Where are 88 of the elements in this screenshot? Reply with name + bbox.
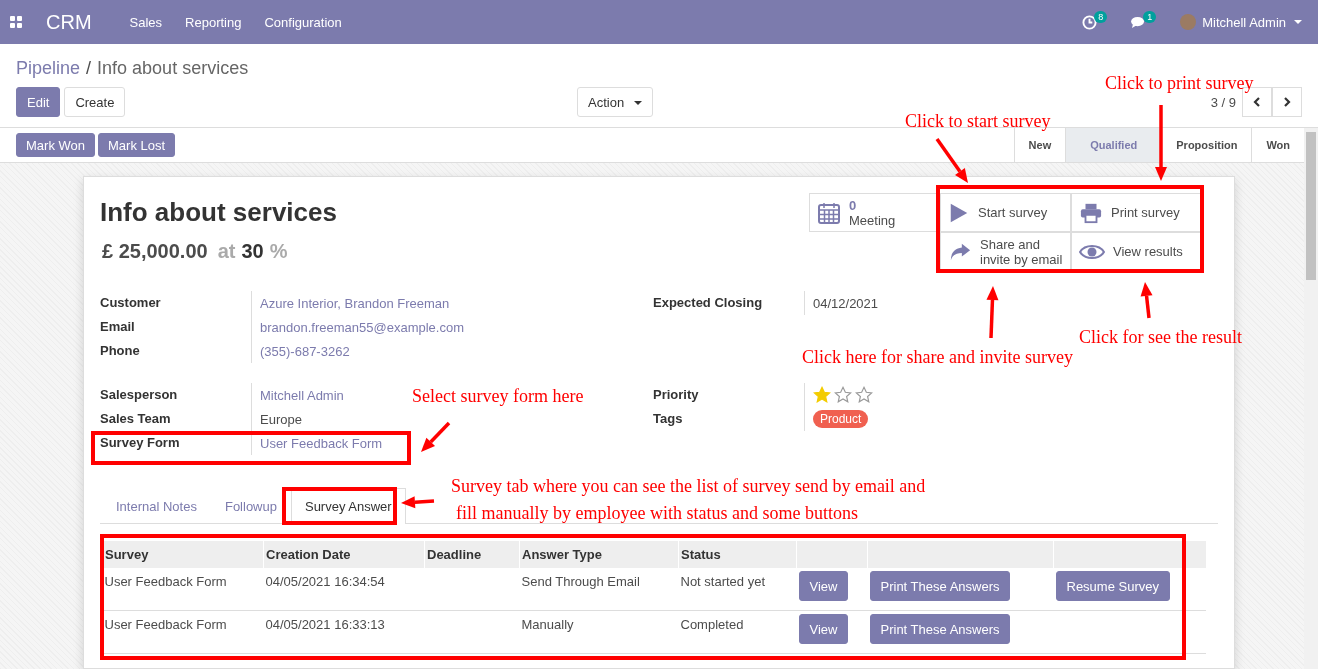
menu-item[interactable]: Configuration [264,14,342,30]
column-header[interactable]: Deadline [424,541,520,568]
apps-grid-icon[interactable] [10,16,22,28]
caret-icon [1294,20,1302,24]
smart-button[interactable]: Share and invite by email [940,232,1071,271]
breadcrumb-link[interactable]: Pipeline [16,58,81,79]
field-label: Sales Team [100,410,172,428]
smart-button[interactable]: Print survey [1071,193,1202,232]
field-value: Europe [260,411,302,427]
probability-value: 30 [241,240,264,263]
table-cell: User Feedback Form [104,617,227,632]
table-cell: Send Through Email [521,574,640,589]
status-button[interactable]: Mark Lost [98,133,176,157]
table-cell: Manually [521,617,574,632]
breadcrumb-current: Info about services [97,58,249,79]
calendar-icon [817,200,841,225]
chat-icon[interactable] [1131,15,1147,29]
pager-counter: 3 / 9 [1210,94,1236,110]
field-label: Customer [100,294,162,312]
field-label: Priority [653,386,700,404]
row-action-button[interactable]: Print These Answers [869,571,1011,601]
at-label: at [217,240,236,263]
clock-icon[interactable] [1082,14,1098,30]
annotation-arrow [401,496,435,509]
row-action-button[interactable]: Print These Answers [869,614,1011,644]
expected-revenue: £ 25,000.00 [102,240,208,263]
avatar [1180,14,1197,30]
star-icon[interactable] [813,386,831,404]
star-icon[interactable] [855,386,873,404]
scrollbar[interactable] [1304,128,1318,669]
annotation-arrow [935,138,968,183]
table-cell: 04/05/2021 16:33:13 [265,617,385,632]
chevron-right-icon [1282,97,1292,107]
create-button[interactable]: Create [64,87,126,117]
message-count-badge: 1 [1143,11,1157,23]
field-value[interactable]: Mitchell Admin [260,387,344,403]
notebook-tab[interactable]: Internal Notes [102,488,211,524]
smart-button[interactable]: View results [1071,232,1202,271]
stage-tab[interactable]: Qualified [1065,128,1162,162]
next-button[interactable] [1272,87,1302,117]
column-header[interactable]: Status [678,541,797,568]
field-label: Email [100,318,136,336]
activity-count-badge: 8 [1094,11,1108,23]
star-icon[interactable] [834,386,852,404]
annotation-text: Select survey form here [412,385,584,408]
menu-item[interactable]: Reporting [185,14,242,30]
table-cell: Completed [680,617,744,632]
table-cell: Not started yet [680,574,766,589]
chevron-left-icon [1252,97,1262,107]
app-name[interactable]: CRM [46,10,92,34]
field-label: Salesperson [100,386,179,404]
eye-icon [1079,242,1105,261]
printer-icon [1079,201,1103,224]
column-header[interactable]: Survey [102,541,264,568]
annotation-text: Click to print survey [1105,72,1254,95]
annotation-text: Click here for share and invite survey [802,346,1073,369]
status-button[interactable]: Mark Won [16,133,95,157]
annotation-text: Survey tab where you can see the list of survey send by email and fill manually by employee with status and some buttons [451,475,926,525]
field-label: Survey Form [100,434,181,452]
notebook-tab[interactable]: Followup [210,488,291,524]
field-label: Tags [653,410,684,428]
breadcrumb-separator: / [86,58,92,79]
table-cell: User Feedback Form [104,574,227,589]
record-title: Info about services [100,197,337,228]
field-label: Expected Closing [653,294,764,312]
column-header[interactable]: Creation Date [263,541,425,568]
percent-sign: % [269,240,288,263]
row-action-button[interactable]: View [798,571,849,601]
row-action-button[interactable]: View [798,614,849,644]
edit-button[interactable]: Edit [16,87,61,117]
user-menu[interactable]: Mitchell Admin [1202,14,1286,30]
field-value: 04/12/2021 [813,295,879,311]
field-value[interactable]: (355)-687-3262 [260,343,350,359]
annotation-arrow [1140,282,1153,319]
field-value[interactable]: brandon.freeman55@example.com [260,319,464,335]
row-action-button[interactable]: Resume Survey [1055,571,1170,601]
field-label: Phone [100,342,141,360]
field-value[interactable]: User Feedback Form [260,435,383,451]
annotation-arrow [986,286,999,339]
menu-item[interactable]: Sales [129,14,163,30]
smart-button[interactable]: Start survey [940,193,1071,232]
column-header[interactable]: Answer Type [519,541,679,568]
field-value[interactable]: Azure Interior, Brandon Freeman [260,295,450,311]
table-cell: 04/05/2021 16:34:54 [265,574,385,589]
annotation-arrow [421,421,451,452]
tag-badge: Product [813,410,869,428]
annotation-text: Click for see the result [1079,326,1242,349]
action-dropdown[interactable]: Action [577,87,653,117]
